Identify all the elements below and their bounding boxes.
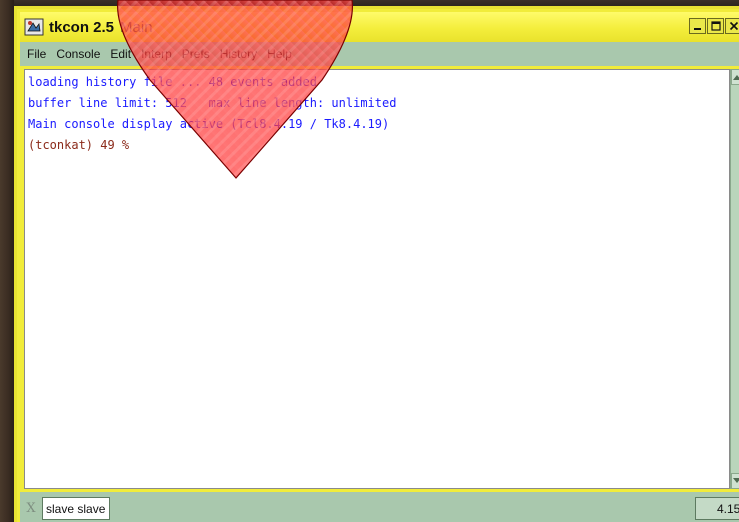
menu-history[interactable]: History	[215, 47, 262, 61]
menu-console[interactable]: Console	[51, 47, 105, 61]
menu-interp[interactable]: Interp	[136, 47, 177, 61]
maximize-icon[interactable]	[707, 18, 724, 34]
scroll-up-icon[interactable]	[731, 69, 739, 85]
menu-edit[interactable]: Edit	[105, 47, 136, 61]
console-line: Main console display active (Tcl8.4.19 /…	[28, 117, 390, 131]
minimize-icon[interactable]	[689, 18, 706, 34]
console-text-area[interactable]: loading history file ... 48 events added…	[24, 69, 730, 489]
status-bar: X slave slave 4.15	[20, 492, 739, 522]
window-controls	[688, 18, 739, 34]
window-title: tkcon 2.5	[49, 18, 115, 36]
window-subtitle: Main	[120, 18, 153, 36]
scroll-down-icon[interactable]	[731, 473, 739, 489]
console-prompt: (tconkat) 49 %	[28, 138, 130, 152]
console-line: loading history file ... 48 events added	[28, 75, 317, 89]
tkcon-app-icon[interactable]	[23, 18, 45, 36]
console-line: buffer line limit: 512 max line length: …	[28, 96, 397, 110]
vertical-scrollbar[interactable]	[730, 69, 739, 489]
menu-help[interactable]: Help	[262, 47, 297, 61]
menu-bar: File Console Edit Interp Prefs History H…	[20, 42, 739, 66]
desktop-left-edge	[0, 0, 14, 522]
title-bar[interactable]: tkcon 2.5 Main	[20, 12, 739, 42]
tkcon-window: tkcon 2.5 Main File Console Edit Interp …	[14, 6, 739, 522]
menu-prefs[interactable]: Prefs	[177, 47, 215, 61]
interp-status-field: slave slave	[42, 497, 111, 520]
status-x-label: X	[26, 501, 36, 516]
version-status-field: 4.15	[695, 497, 739, 520]
close-icon[interactable]	[725, 18, 739, 34]
menu-file[interactable]: File	[20, 47, 51, 61]
